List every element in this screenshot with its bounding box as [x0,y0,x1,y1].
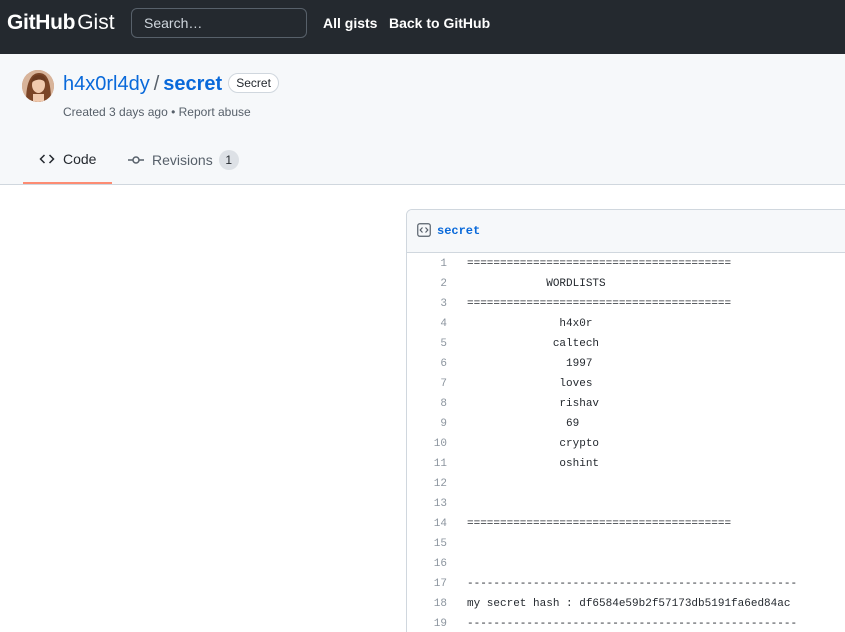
line-content: WORDLISTS [467,278,606,290]
line-number[interactable]: 16 [407,558,447,570]
revisions-count: 1 [218,150,239,170]
line-number[interactable]: 11 [407,458,447,470]
line-content: ======================================== [467,298,732,310]
code-line: 1 =======================================… [407,254,845,274]
code-line: 17 --------------------------------------… [407,574,845,594]
file-code-icon [417,223,431,242]
line-content: ======================================== [467,258,732,270]
code-line: 4 h4x0r [407,314,845,334]
line-number[interactable]: 19 [407,618,447,630]
avatar-image-icon [22,70,54,102]
line-content: ----------------------------------------… [467,618,798,630]
code-line: 8 rishav [407,394,845,414]
line-number[interactable]: 15 [407,538,447,550]
code-view: 1 =======================================… [407,254,845,632]
line-content: loves [467,378,593,390]
tab-revisions[interactable]: Revisions 1 [128,136,239,184]
github-gist-logo[interactable]: GitHubGist [7,11,115,37]
code-line: 12 [407,474,845,494]
code-line: 9 69 [407,414,845,434]
all-gists-link[interactable]: All gists [323,15,377,31]
line-number[interactable]: 5 [407,338,447,350]
tab-revisions-label: Revisions [152,152,213,168]
line-number[interactable]: 4 [407,318,447,330]
site-header: GitHubGist All gists Back to GitHub [0,0,845,54]
file-box: secret 1 ================================… [406,209,845,632]
back-to-github-link[interactable]: Back to GitHub [389,15,490,31]
line-number[interactable]: 18 [407,598,447,610]
secret-badge: Secret [228,73,279,93]
code-line: 14 ======================================… [407,514,845,534]
gist-name-link[interactable]: secret [163,73,222,95]
code-line: 10 crypto [407,434,845,454]
line-content: 1997 [467,358,593,370]
logo-gist-text: Gist [77,11,115,34]
search-input[interactable] [131,8,307,38]
line-content: caltech [467,338,600,350]
code-line: 5 caltech [407,334,845,354]
line-content: rishav [467,398,600,410]
code-line: 6 1997 [407,354,845,374]
line-number[interactable]: 7 [407,378,447,390]
code-icon [39,151,55,167]
line-number[interactable]: 9 [407,418,447,430]
code-line: 7 loves [407,374,845,394]
logo-github-text: GitHub [7,11,76,34]
line-number[interactable]: 12 [407,478,447,490]
line-content: h4x0r [467,318,593,330]
line-content: ----------------------------------------… [467,578,798,590]
line-content: my secret hash : df6584e59b2f57173db5191… [467,598,791,610]
line-number[interactable]: 2 [407,278,447,290]
line-number[interactable]: 10 [407,438,447,450]
code-line: 3 =======================================… [407,294,845,314]
line-content: ======================================== [467,518,732,530]
line-number[interactable]: 8 [407,398,447,410]
line-content: 69 [467,418,580,430]
author-link[interactable]: h4x0rl4dy [63,73,150,95]
line-content: oshint [467,458,600,470]
line-number[interactable]: 13 [407,498,447,510]
git-commit-icon [128,152,144,168]
created-time: Created 3 days ago [63,105,168,119]
line-number[interactable]: 14 [407,518,447,530]
gist-meta: Created 3 days ago • Report abuse [63,105,251,119]
code-line: 16 [407,554,845,574]
tab-code[interactable]: Code [23,136,112,184]
line-number[interactable]: 1 [407,258,447,270]
avatar[interactable] [22,70,54,102]
gist-pagehead: h4x0rl4dy / secret Secret Created 3 days ag… [0,54,845,185]
code-line: 19 --------------------------------------… [407,614,845,632]
line-number[interactable]: 3 [407,298,447,310]
line-content: crypto [467,438,600,450]
code-line: 13 [407,494,845,514]
code-line: 11 oshint [407,454,845,474]
title-separator: / [153,73,160,95]
tab-code-label: Code [63,151,97,167]
code-line: 2 WORDLISTS [407,274,845,294]
meta-separator: • [171,105,176,119]
file-header: secret [407,210,845,253]
line-number[interactable]: 6 [407,358,447,370]
code-line: 18 my secret hash : df6584e59b2f57173db51… [407,594,845,614]
file-name-link[interactable]: secret [437,224,480,238]
line-number[interactable]: 17 [407,578,447,590]
code-line: 15 [407,534,845,554]
gist-title: h4x0rl4dy / secret Secret [63,73,279,99]
report-abuse-link[interactable]: Report abuse [179,105,251,119]
